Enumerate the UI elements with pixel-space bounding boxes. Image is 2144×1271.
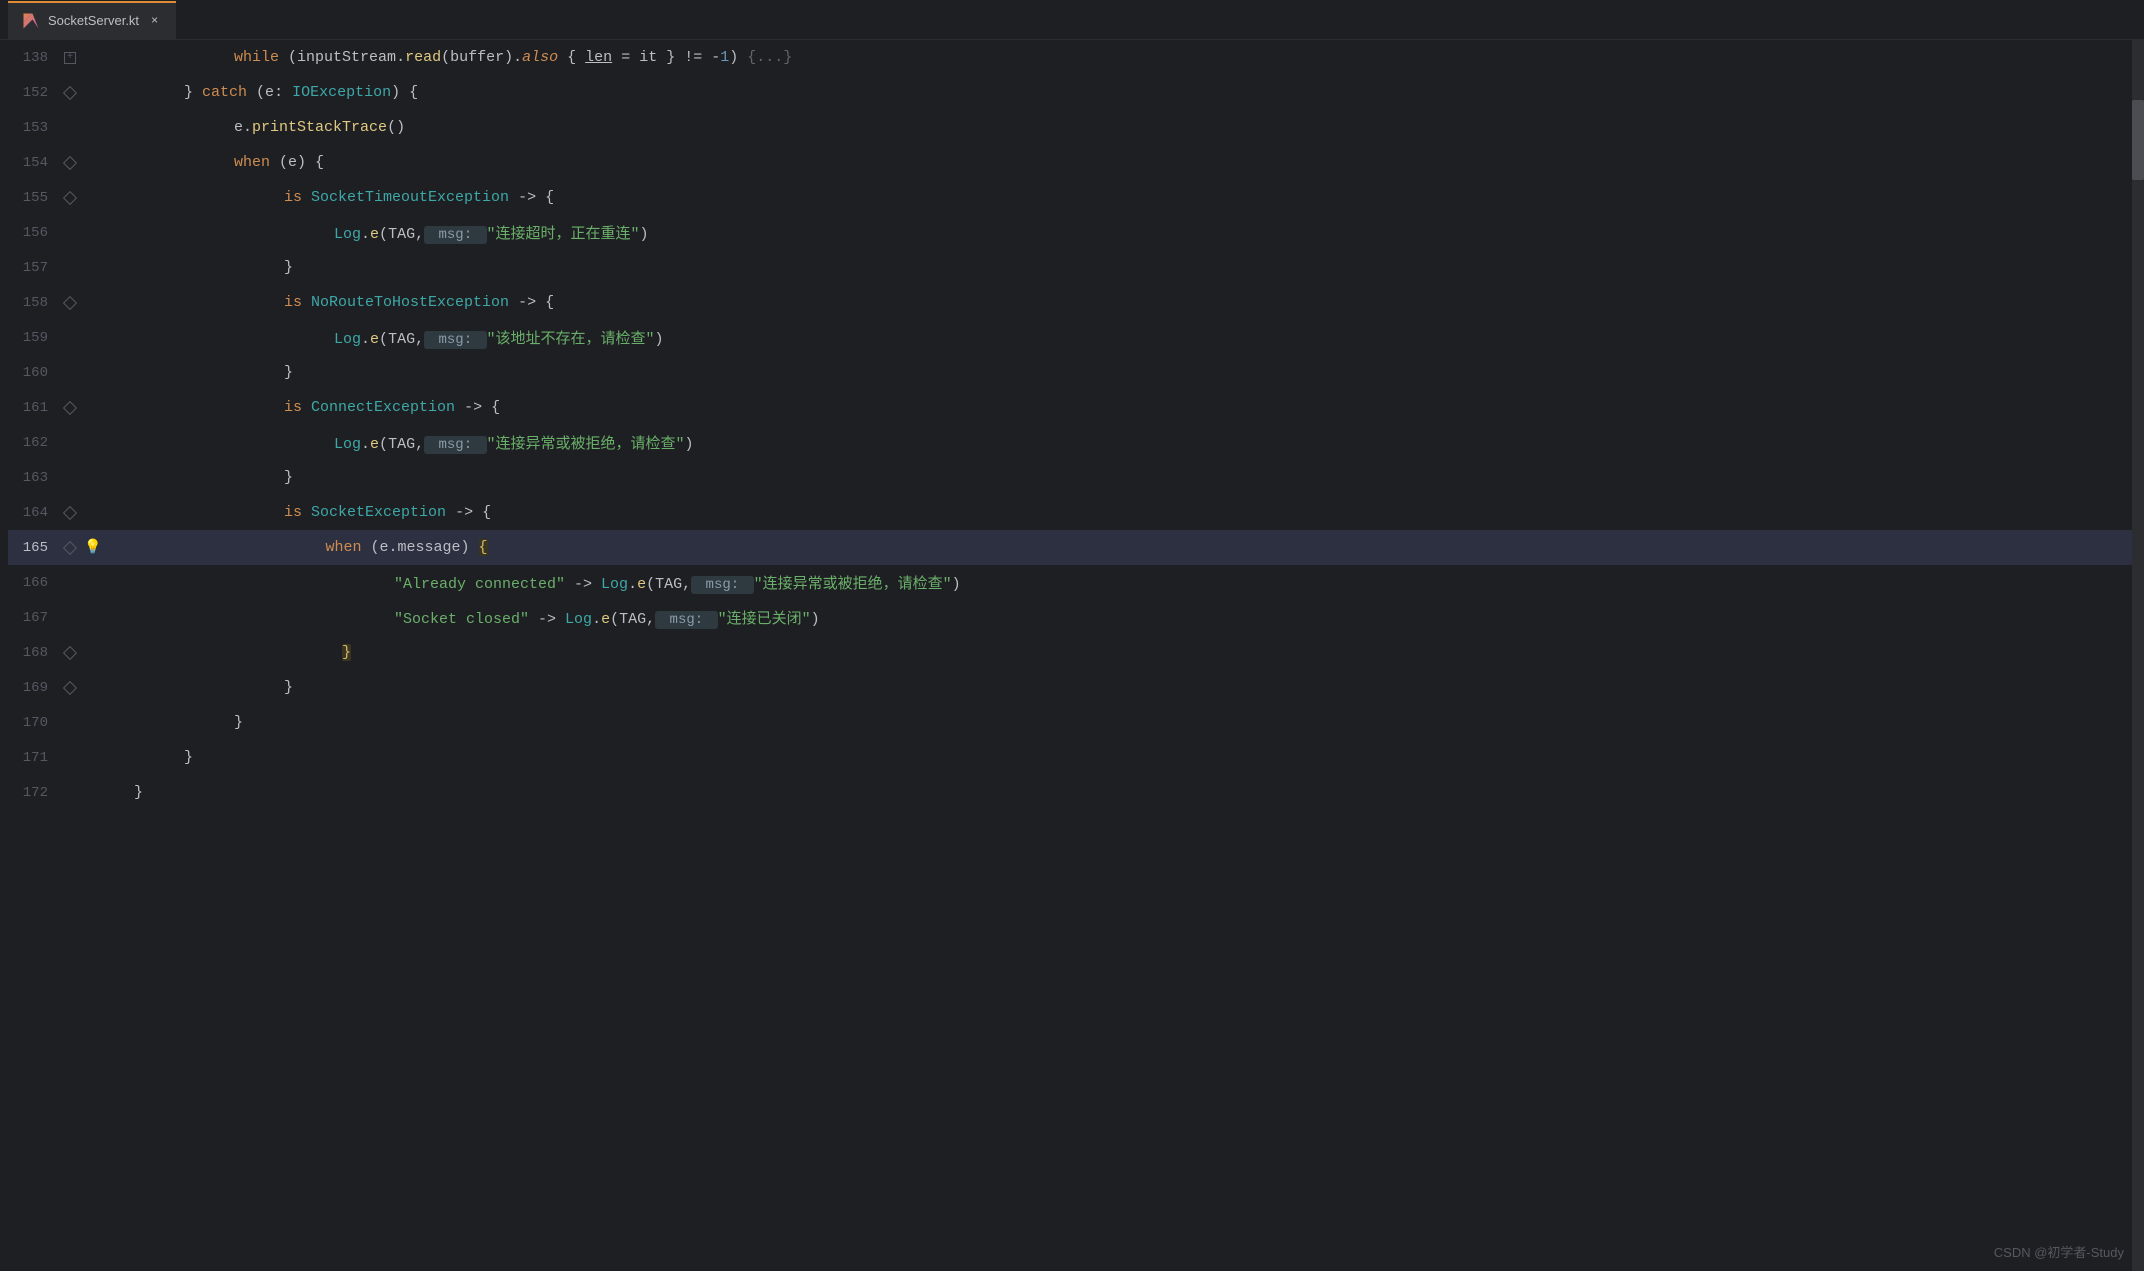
code-text: } catch (e: IOException) { [84,84,418,101]
line-number: 170 [8,715,56,731]
table-row: 171 } [8,740,2144,775]
line-number: 153 [8,120,56,136]
table-row: 154 when (e) { [8,145,2144,180]
gutter-icon [56,403,84,413]
gutter-icon [56,298,84,308]
table-row: 160 } [8,355,2144,390]
table-row: 168 } [8,635,2144,670]
line-number: 169 [8,680,56,696]
gutter-icon [56,543,84,553]
table-row: 138 + while (inputStream.read(buffer).al… [8,40,2144,75]
editor-area: 138 + while (inputStream.read(buffer).al… [0,40,2144,1271]
line-number: 138 [8,50,56,66]
code-text: } [84,784,143,801]
line-number: 156 [8,225,56,241]
code-text: is SocketTimeoutException -> { [84,189,554,206]
code-text: } [84,679,293,696]
watermark: CSDN @初学者-Study [1994,1242,2124,1261]
line-number: 165 [8,540,56,556]
code-text: Log.e(TAG, msg: "连接超时，正在重连") [84,222,649,243]
code-text: } [84,469,293,486]
table-row: 169 } [8,670,2144,705]
table-row: 165 💡 when (e.message) { [8,530,2144,565]
line-number: 157 [8,260,56,276]
code-text: "Socket closed" -> Log.e(TAG, msg: "连接已关… [84,607,820,628]
line-number: 162 [8,435,56,451]
table-row: 170 } [8,705,2144,740]
gutter-icon [56,158,84,168]
line-number: 155 [8,190,56,206]
gutter-icon [56,88,84,98]
line-number: 160 [8,365,56,381]
code-text: "Already connected" -> Log.e(TAG, msg: "… [84,572,961,593]
table-row: 152 } catch (e: IOException) { [8,75,2144,110]
line-number: 159 [8,330,56,346]
line-number: 164 [8,505,56,521]
table-row: 172 } [8,775,2144,810]
scrollbar-track[interactable] [2132,40,2144,1271]
code-text: } [84,644,351,661]
code-text: } [84,714,243,731]
gutter-icon [56,648,84,658]
code-text: when (e) { [84,154,324,171]
table-row: 161 is ConnectException -> { [8,390,2144,425]
tab-title: SocketServer.kt [48,13,139,28]
line-number: 152 [8,85,56,101]
code-text: } [84,259,293,276]
table-row: 164 is SocketException -> { [8,495,2144,530]
table-row: 157 } [8,250,2144,285]
table-row: 158 is NoRouteToHostException -> { [8,285,2144,320]
table-row: 156 Log.e(TAG, msg: "连接超时，正在重连") [8,215,2144,250]
code-text: is NoRouteToHostException -> { [84,294,554,311]
code-text: } [84,364,293,381]
gutter-icon [56,193,84,203]
code-text: Log.e(TAG, msg: "连接异常或被拒绝，请检查") [84,432,694,453]
tab-close-button[interactable]: × [147,12,162,30]
table-row: 167 "Socket closed" -> Log.e(TAG, msg: "… [8,600,2144,635]
code-content[interactable]: 138 + while (inputStream.read(buffer).al… [0,40,2144,1271]
gutter-icon [56,508,84,518]
code-text: e.printStackTrace() [84,119,405,136]
code-text: Log.e(TAG, msg: "该地址不存在，请检查") [84,327,664,348]
file-tab[interactable]: SocketServer.kt × [8,1,176,39]
line-number: 171 [8,750,56,766]
code-text: while (inputStream.read(buffer).also { l… [84,49,792,66]
line-number: 167 [8,610,56,626]
code-text: is ConnectException -> { [84,399,500,416]
line-number: 168 [8,645,56,661]
gutter-icon [56,683,84,693]
table-row: 163 } [8,460,2144,495]
code-text: } [84,749,193,766]
code-text: when (e.message) { [105,539,487,556]
line-number: 154 [8,155,56,171]
scrollbar-thumb[interactable] [2132,100,2144,180]
line-number: 166 [8,575,56,591]
table-row: 155 is SocketTimeoutException -> { [8,180,2144,215]
table-row: 153 e.printStackTrace() [8,110,2144,145]
table-row: 166 "Already connected" -> Log.e(TAG, ms… [8,565,2144,600]
gutter-icon: + [56,52,84,64]
tab-bar: SocketServer.kt × [0,0,2144,40]
code-text: is SocketException -> { [84,504,491,521]
kotlin-icon [22,12,40,30]
line-number: 172 [8,785,56,801]
line-number: 161 [8,400,56,416]
table-row: 162 Log.e(TAG, msg: "连接异常或被拒绝，请检查") [8,425,2144,460]
bulb-icon[interactable]: 💡 [84,539,101,556]
line-number: 158 [8,295,56,311]
line-number: 163 [8,470,56,486]
table-row: 159 Log.e(TAG, msg: "该地址不存在，请检查") [8,320,2144,355]
